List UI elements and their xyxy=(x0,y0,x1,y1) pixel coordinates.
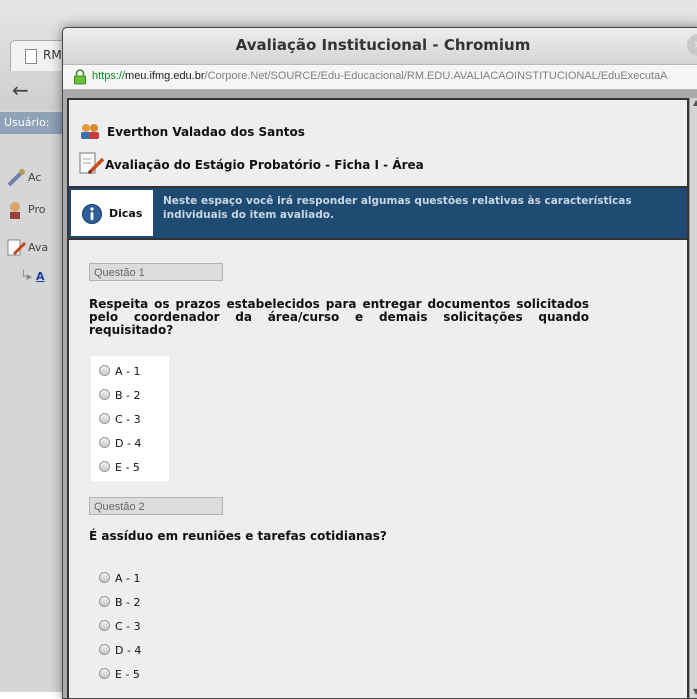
option-row[interactable]: D - 4 xyxy=(91,432,169,456)
question-text-1: Respeita os prazos estabelecidos para en… xyxy=(89,297,589,337)
option-row[interactable]: B - 2 xyxy=(91,591,169,615)
tools-icon xyxy=(6,168,28,188)
url-text[interactable]: https://meu.ifmg.edu.br/Corpore.Net/SOUR… xyxy=(92,70,668,82)
option-row[interactable]: A - 1 xyxy=(91,567,169,591)
user-row: Everthon Valadao dos Santos xyxy=(79,122,305,143)
lock-icon xyxy=(74,69,86,85)
page-icon xyxy=(25,49,37,64)
option-label: D - 4 xyxy=(115,437,142,450)
url-scheme: https:// xyxy=(92,70,126,82)
radio-button[interactable] xyxy=(99,620,110,631)
background-menu-item-2[interactable]: Pro xyxy=(6,200,45,220)
background-submenu-label: A xyxy=(35,270,45,283)
options-group-2: A - 1 B - 2 C - 3 D - 4 E - 5 xyxy=(91,563,169,688)
options-group-1: A - 1 B - 2 C - 3 D - 4 E - 5 xyxy=(91,356,169,481)
form-frame: Everthon Valadao dos Santos Avaliação do… xyxy=(67,98,689,698)
background-menu-label-2: Pro xyxy=(28,203,46,216)
url-path: /Corpore.Net/SOURCE/Edu-Educacional/RM.E… xyxy=(204,70,668,82)
radio-button[interactable] xyxy=(99,389,110,400)
question-number-1: Questão 1 xyxy=(89,263,223,281)
option-label: C - 3 xyxy=(115,620,141,633)
option-label: A - 1 xyxy=(115,365,141,378)
option-label: C - 3 xyxy=(115,413,141,426)
url-host: meu.ifmg.edu.br xyxy=(125,70,205,82)
tips-text: Neste espaço você irá responder algumas … xyxy=(163,195,632,221)
radio-button[interactable] xyxy=(99,596,110,607)
edit-document-icon xyxy=(79,151,105,180)
radio-button[interactable] xyxy=(99,461,110,472)
evaluation-title: Avaliação do Estágio Probatório - Ficha … xyxy=(105,158,424,172)
radio-button[interactable] xyxy=(99,437,110,448)
option-label: D - 4 xyxy=(115,644,142,657)
background-menu-label-1: Ac xyxy=(28,171,42,184)
page-area: Everthon Valadao dos Santos Avaliação do… xyxy=(63,90,697,698)
option-row[interactable]: C - 3 xyxy=(91,408,169,432)
radio-button[interactable] xyxy=(99,668,110,679)
window-title: Avaliação Institucional - Chromium xyxy=(235,36,531,54)
background-submenu-item[interactable]: └▸ A xyxy=(20,270,45,283)
option-row[interactable]: E - 5 xyxy=(91,456,169,480)
scroll-up-icon[interactable]: ▲ xyxy=(693,98,697,107)
question-number-2: Questão 2 xyxy=(89,497,223,515)
address-bar[interactable]: https://meu.ifmg.edu.br/Corpore.Net/SOUR… xyxy=(63,65,697,90)
option-label: E - 5 xyxy=(115,668,140,681)
title-bar[interactable]: Avaliação Institucional - Chromium × xyxy=(63,28,697,65)
user-badge-icon xyxy=(6,200,28,220)
tree-branch-icon: └▸ xyxy=(20,270,36,283)
users-icon xyxy=(79,122,101,143)
option-row[interactable]: B - 2 xyxy=(91,384,169,408)
scrollbar[interactable]: ▲ ▼ xyxy=(689,98,697,698)
edit-document-icon xyxy=(6,238,28,258)
option-label: A - 1 xyxy=(115,572,141,585)
tips-panel: Dicas Neste espaço você irá responder al… xyxy=(69,186,687,240)
back-arrow-icon[interactable]: ← xyxy=(12,78,29,102)
evaluation-row: Avaliação do Estágio Probatório - Ficha … xyxy=(79,151,424,180)
tips-label: Dicas xyxy=(109,207,143,220)
option-row[interactable]: E - 5 xyxy=(91,663,169,687)
background-menu-item-3[interactable]: Ava xyxy=(6,238,48,258)
background-menu-label-3: Ava xyxy=(28,241,49,254)
info-icon xyxy=(82,204,102,224)
background-tab-label: RM xyxy=(43,48,62,62)
radio-button[interactable] xyxy=(99,644,110,655)
option-label: B - 2 xyxy=(115,596,141,609)
user-name: Everthon Valadao dos Santos xyxy=(107,125,305,139)
radio-button[interactable] xyxy=(99,365,110,376)
option-row[interactable]: D - 4 xyxy=(91,639,169,663)
option-row[interactable]: A - 1 xyxy=(91,360,169,384)
option-row[interactable]: C - 3 xyxy=(91,615,169,639)
radio-button[interactable] xyxy=(99,413,110,424)
tips-label-box: Dicas xyxy=(71,190,153,236)
popup-window: Avaliação Institucional - Chromium × htt… xyxy=(62,27,697,699)
question-text-2: É assíduo em reuniões e tarefas cotidian… xyxy=(89,529,387,543)
radio-button[interactable] xyxy=(99,572,110,583)
option-label: B - 2 xyxy=(115,389,141,402)
option-label: E - 5 xyxy=(115,461,140,474)
background-menu-item-1[interactable]: Ac xyxy=(6,168,41,188)
